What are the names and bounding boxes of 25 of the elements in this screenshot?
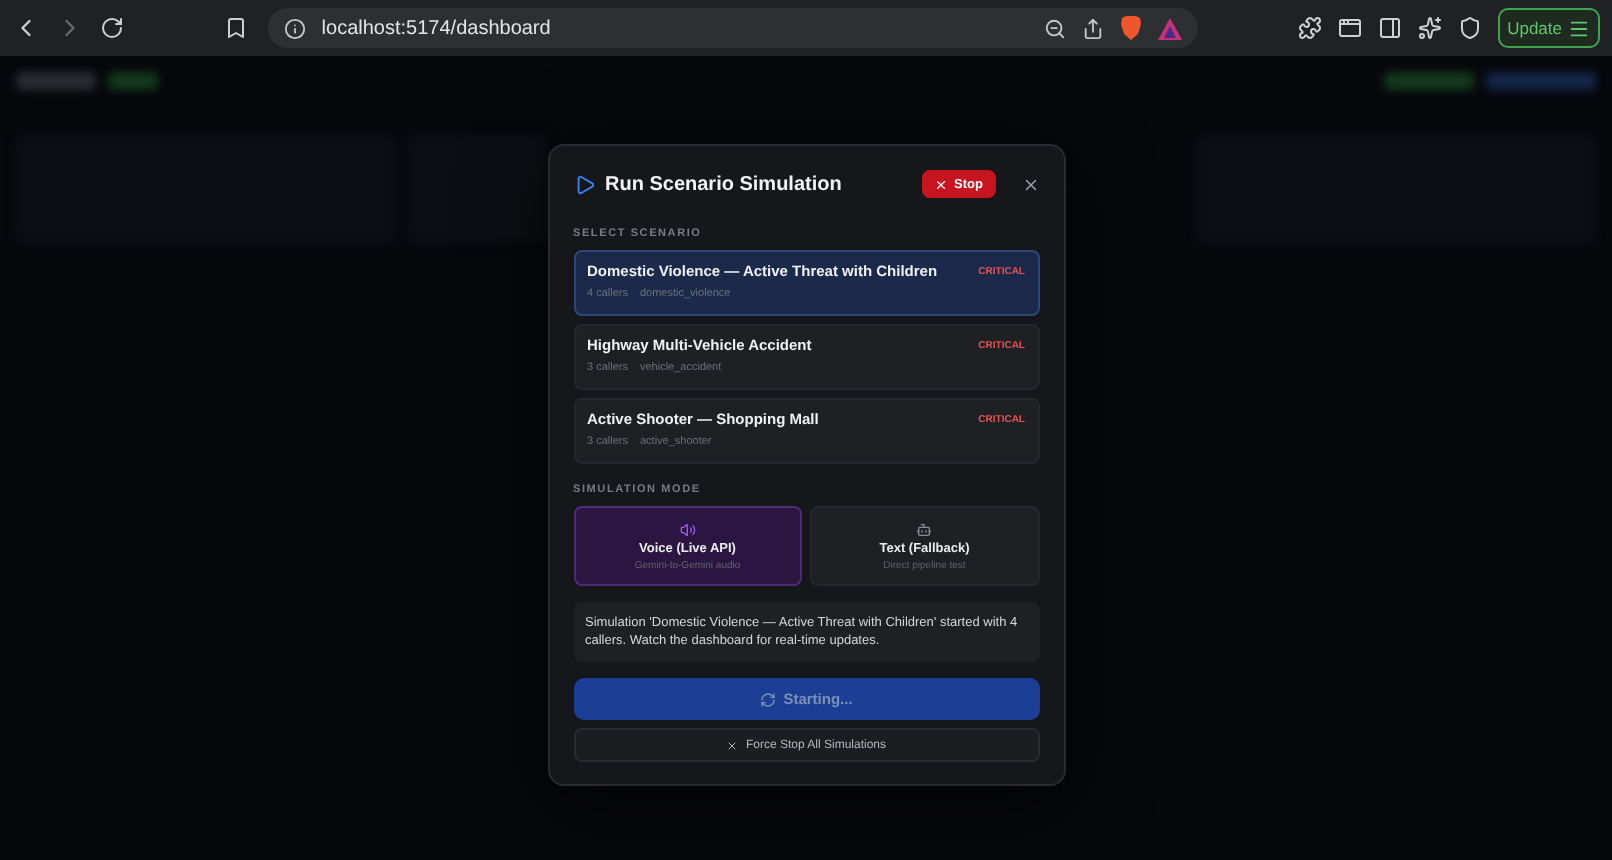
info-icon[interactable] xyxy=(283,17,306,39)
play-icon xyxy=(573,173,595,195)
zoom-out-icon[interactable] xyxy=(1043,17,1066,39)
close-icon xyxy=(934,177,949,191)
close-icon xyxy=(725,739,738,752)
blurred-logo xyxy=(16,72,96,90)
share-icon[interactable] xyxy=(1081,17,1104,39)
blurred-badge xyxy=(108,72,158,90)
bookmark-icon[interactable] xyxy=(223,16,248,40)
speaker-icon xyxy=(679,521,696,537)
puzzle-icon[interactable] xyxy=(1297,16,1322,40)
reload-icon[interactable] xyxy=(100,16,124,40)
update-button[interactable]: Update xyxy=(1497,8,1601,48)
shield-icon[interactable] xyxy=(1457,16,1482,40)
menu-icon xyxy=(1568,17,1591,39)
spinner-icon xyxy=(759,691,776,708)
window-icon[interactable] xyxy=(1337,16,1362,40)
close-button[interactable] xyxy=(1021,175,1039,193)
sidebar-icon[interactable] xyxy=(1377,16,1402,40)
triangle-icon[interactable] xyxy=(1157,17,1182,39)
dialog-title: Run Scenario Simulation xyxy=(605,173,844,195)
address-bar[interactable]: localhost:5174/dashboard xyxy=(267,8,1198,48)
sparkles-icon[interactable] xyxy=(1417,16,1442,40)
lion-shield-icon[interactable] xyxy=(1119,16,1142,40)
robot-icon xyxy=(916,521,933,537)
